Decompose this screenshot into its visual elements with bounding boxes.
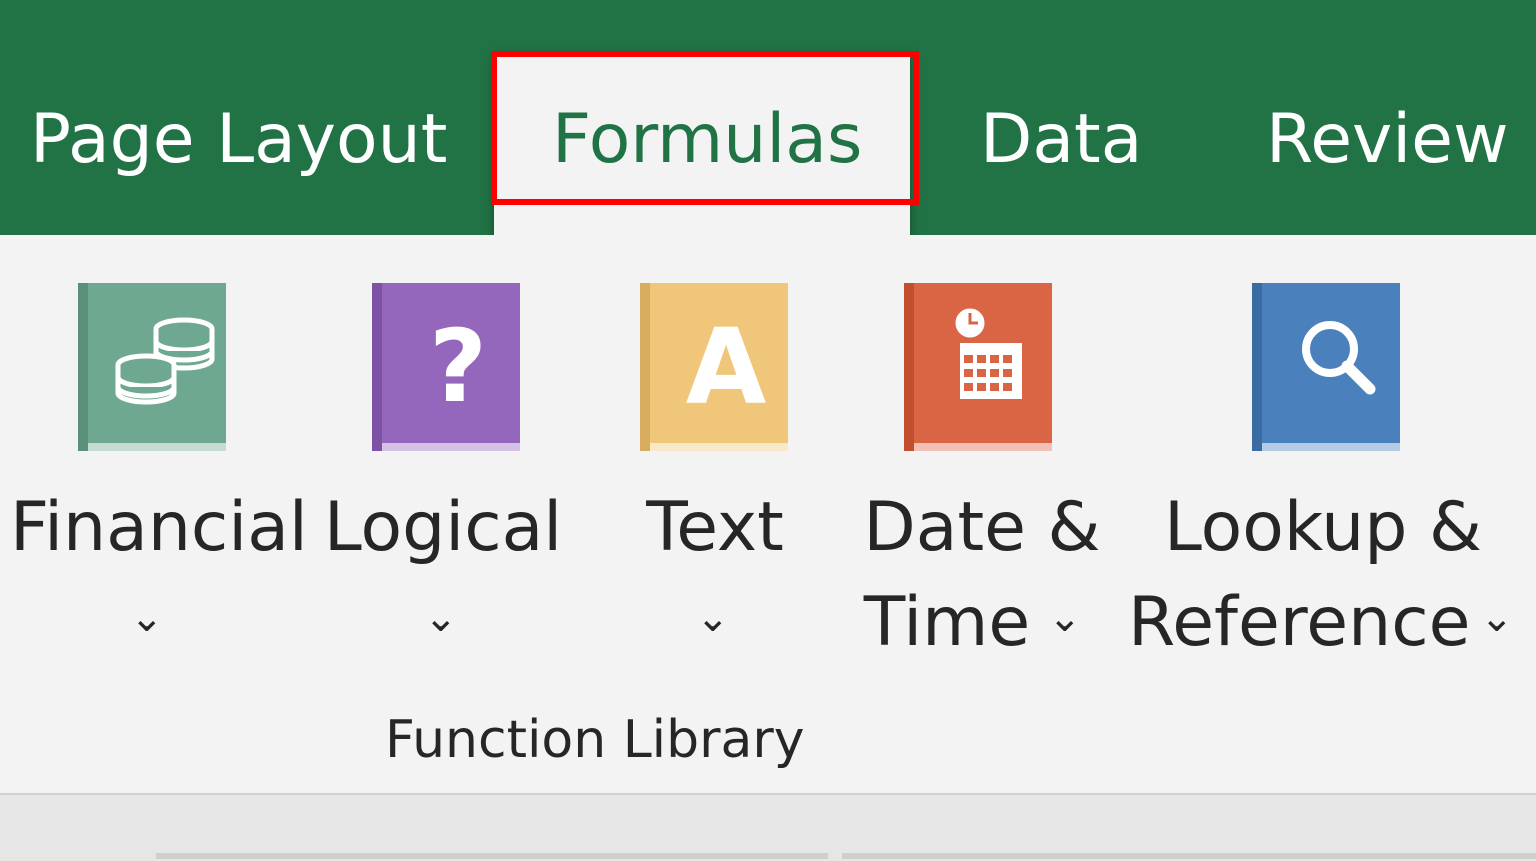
date-time-chevron-down-icon: ⌄ [1048, 595, 1082, 641]
lookup-reference-label-line1: Lookup & [1163, 488, 1483, 567]
text-letter-a-book-icon: A [640, 283, 788, 451]
tab-review[interactable]: Review [1266, 100, 1509, 180]
financial-coins-book-icon [78, 283, 226, 451]
logical-button[interactable]: ? Logical ⌄ [318, 235, 568, 655]
lookup-magnifier-book-icon [1252, 283, 1400, 451]
financial-button[interactable]: Financial ⌄ [0, 235, 308, 655]
date-time-calendar-book-icon [904, 283, 1052, 451]
date-time-label-line1: Date & [863, 488, 1101, 567]
svg-text:A: A [686, 306, 767, 428]
divider [842, 853, 1536, 859]
tab-page-layout[interactable]: Page Layout [30, 100, 447, 180]
logical-question-book-icon: ? [372, 283, 520, 451]
tab-data[interactable]: Data [980, 100, 1142, 180]
lookup-reference-chevron-down-icon: ⌄ [1480, 595, 1514, 641]
lookup-reference-button[interactable]: Lookup & Reference ⌄ [1128, 235, 1528, 675]
financial-chevron-down-icon: ⌄ [130, 595, 164, 641]
date-time-label-line2: Time [863, 583, 1031, 662]
function-library-group-label: Function Library [385, 710, 805, 770]
text-button[interactable]: A Text ⌄ [600, 235, 830, 655]
text-label: Text [646, 488, 784, 567]
divider [156, 853, 828, 859]
tab-formulas-label: Formulas [552, 100, 863, 179]
financial-label: Financial [10, 488, 308, 567]
logical-chevron-down-icon: ⌄ [424, 595, 458, 641]
date-time-button[interactable]: Date & Time ⌄ [862, 235, 1112, 675]
formula-bar-area [0, 793, 1536, 861]
logical-label: Logical [323, 488, 563, 567]
text-chevron-down-icon: ⌄ [696, 595, 730, 641]
svg-text:?: ? [429, 308, 487, 425]
tab-formulas[interactable]: Formulas [494, 56, 910, 241]
lookup-reference-label-line2: Reference [1128, 583, 1471, 662]
